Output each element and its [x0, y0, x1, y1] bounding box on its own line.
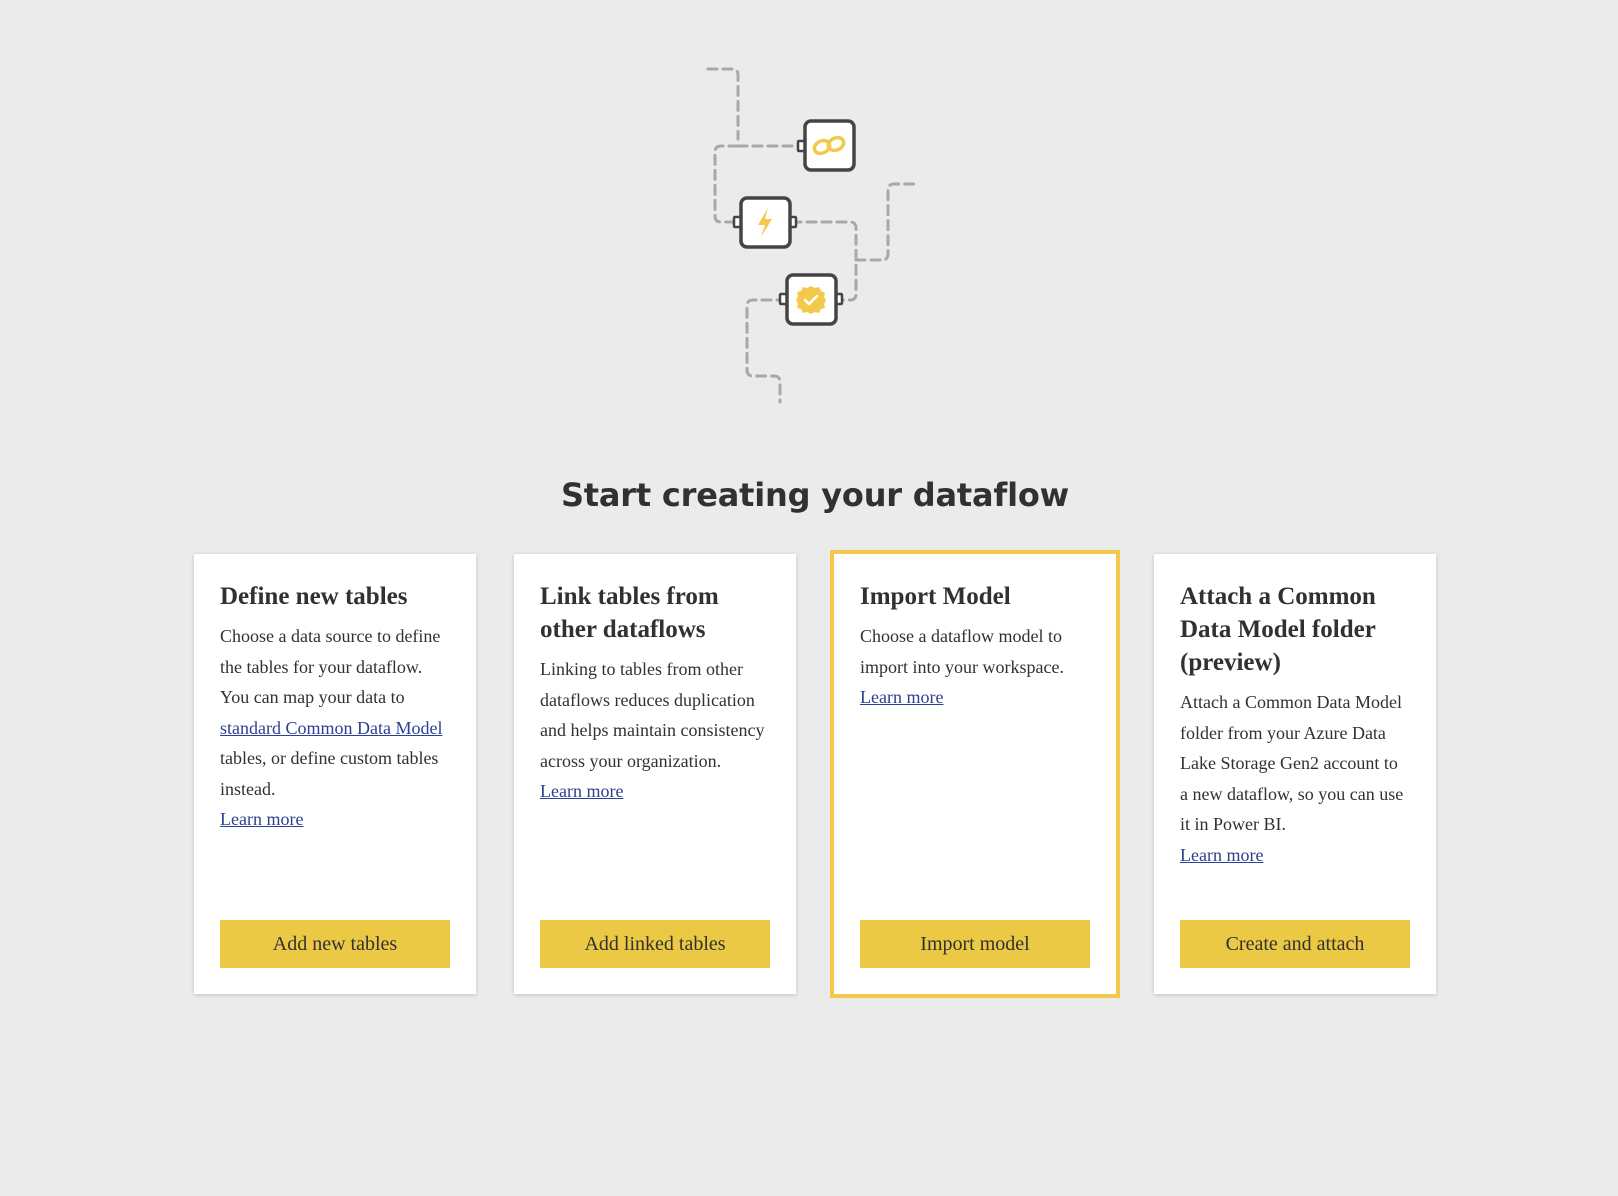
card-define-new-tables: Define new tables Choose a data source t…	[194, 554, 476, 994]
card-link-tables: Link tables from other dataflows Linking…	[514, 554, 796, 994]
learn-more-link[interactable]: Learn more	[540, 776, 770, 807]
learn-more-link[interactable]: Learn more	[1180, 840, 1410, 871]
learn-more-link[interactable]: Learn more	[860, 682, 1090, 713]
standard-cdm-link[interactable]: standard Common Data Model	[220, 718, 442, 738]
page-title: Start creating your dataflow	[560, 476, 1070, 514]
card-title: Attach a Common Data Model folder (previ…	[1180, 583, 1376, 676]
option-cards: Define new tables Choose a data source t…	[0, 550, 1618, 998]
learn-more-link[interactable]: Learn more	[220, 804, 450, 835]
verified-node	[778, 273, 844, 326]
card-description: Attach a Common Data Model folder from y…	[1180, 692, 1404, 834]
add-linked-tables-button[interactable]: Add linked tables	[540, 920, 770, 968]
card-title: Define new tables	[220, 583, 408, 610]
import-model-button[interactable]: Import model	[860, 920, 1090, 968]
card-title: Import Model	[860, 583, 1011, 610]
card-description: Choose a data source to define the table…	[220, 626, 443, 799]
lightning-node	[732, 196, 798, 249]
link-node	[796, 119, 856, 172]
dataflow-illustration	[706, 67, 920, 404]
create-and-attach-button[interactable]: Create and attach	[1180, 920, 1410, 968]
card-import-model[interactable]: Import Model Choose a dataflow model to …	[830, 550, 1120, 998]
card-title: Link tables from other dataflows	[540, 583, 719, 643]
add-new-tables-button[interactable]: Add new tables	[220, 920, 450, 968]
card-attach-cdm-folder: Attach a Common Data Model folder (previ…	[1154, 554, 1436, 994]
card-description: Linking to tables from other dataflows r…	[540, 659, 765, 771]
card-description: Choose a dataflow model to import into y…	[860, 626, 1064, 677]
